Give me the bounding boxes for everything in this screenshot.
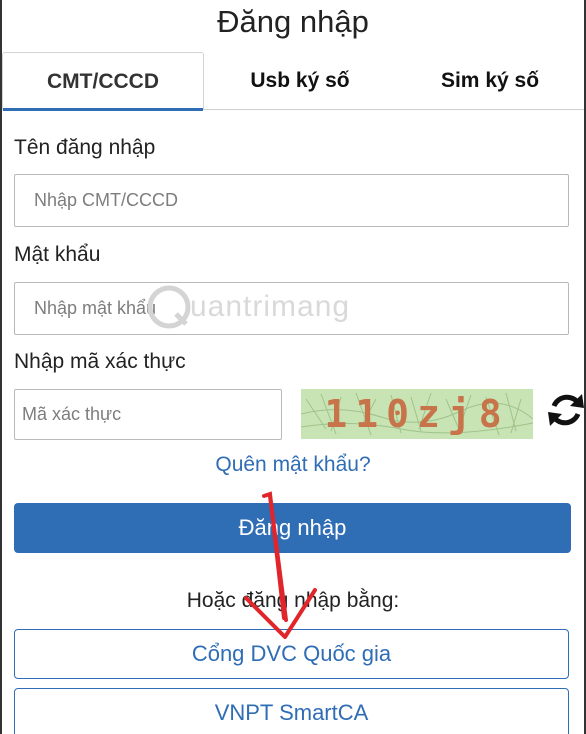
login-button[interactable]: Đăng nhập bbox=[14, 503, 571, 553]
tab-usb-ky-so[interactable]: Usb ký số bbox=[204, 52, 396, 110]
username-label: Tên đăng nhập bbox=[14, 136, 156, 159]
login-panel: Đăng nhập CMT/CCCD Usb ký số Sim ký số T… bbox=[0, 0, 586, 734]
page-title: Đăng nhập bbox=[217, 4, 369, 39]
tab-cmt-cccd[interactable]: CMT/CCCD bbox=[2, 52, 204, 111]
password-input[interactable] bbox=[14, 282, 569, 335]
password-label: Mật khẩu bbox=[14, 243, 101, 266]
username-input[interactable] bbox=[14, 174, 569, 227]
forgot-password-link[interactable]: Quên mật khẩu? bbox=[2, 453, 584, 477]
vnpt-smartca-button[interactable]: VNPT SmartCA bbox=[14, 688, 569, 734]
captcha-input[interactable] bbox=[14, 389, 282, 440]
captcha-image: 110zj8 bbox=[301, 389, 533, 439]
refresh-icon[interactable] bbox=[546, 390, 586, 430]
captcha-code: 110zj8 bbox=[324, 392, 510, 436]
alternative-login-heading: Hoặc đăng nhập bằng: bbox=[186, 589, 400, 612]
captcha-label: Nhập mã xác thực bbox=[14, 350, 186, 373]
cong-dvc-button[interactable]: Cổng DVC Quốc gia bbox=[14, 629, 569, 679]
tab-sim-ky-so[interactable]: Sim ký số bbox=[396, 52, 584, 110]
login-method-tabs: CMT/CCCD Usb ký số Sim ký số bbox=[2, 52, 584, 111]
